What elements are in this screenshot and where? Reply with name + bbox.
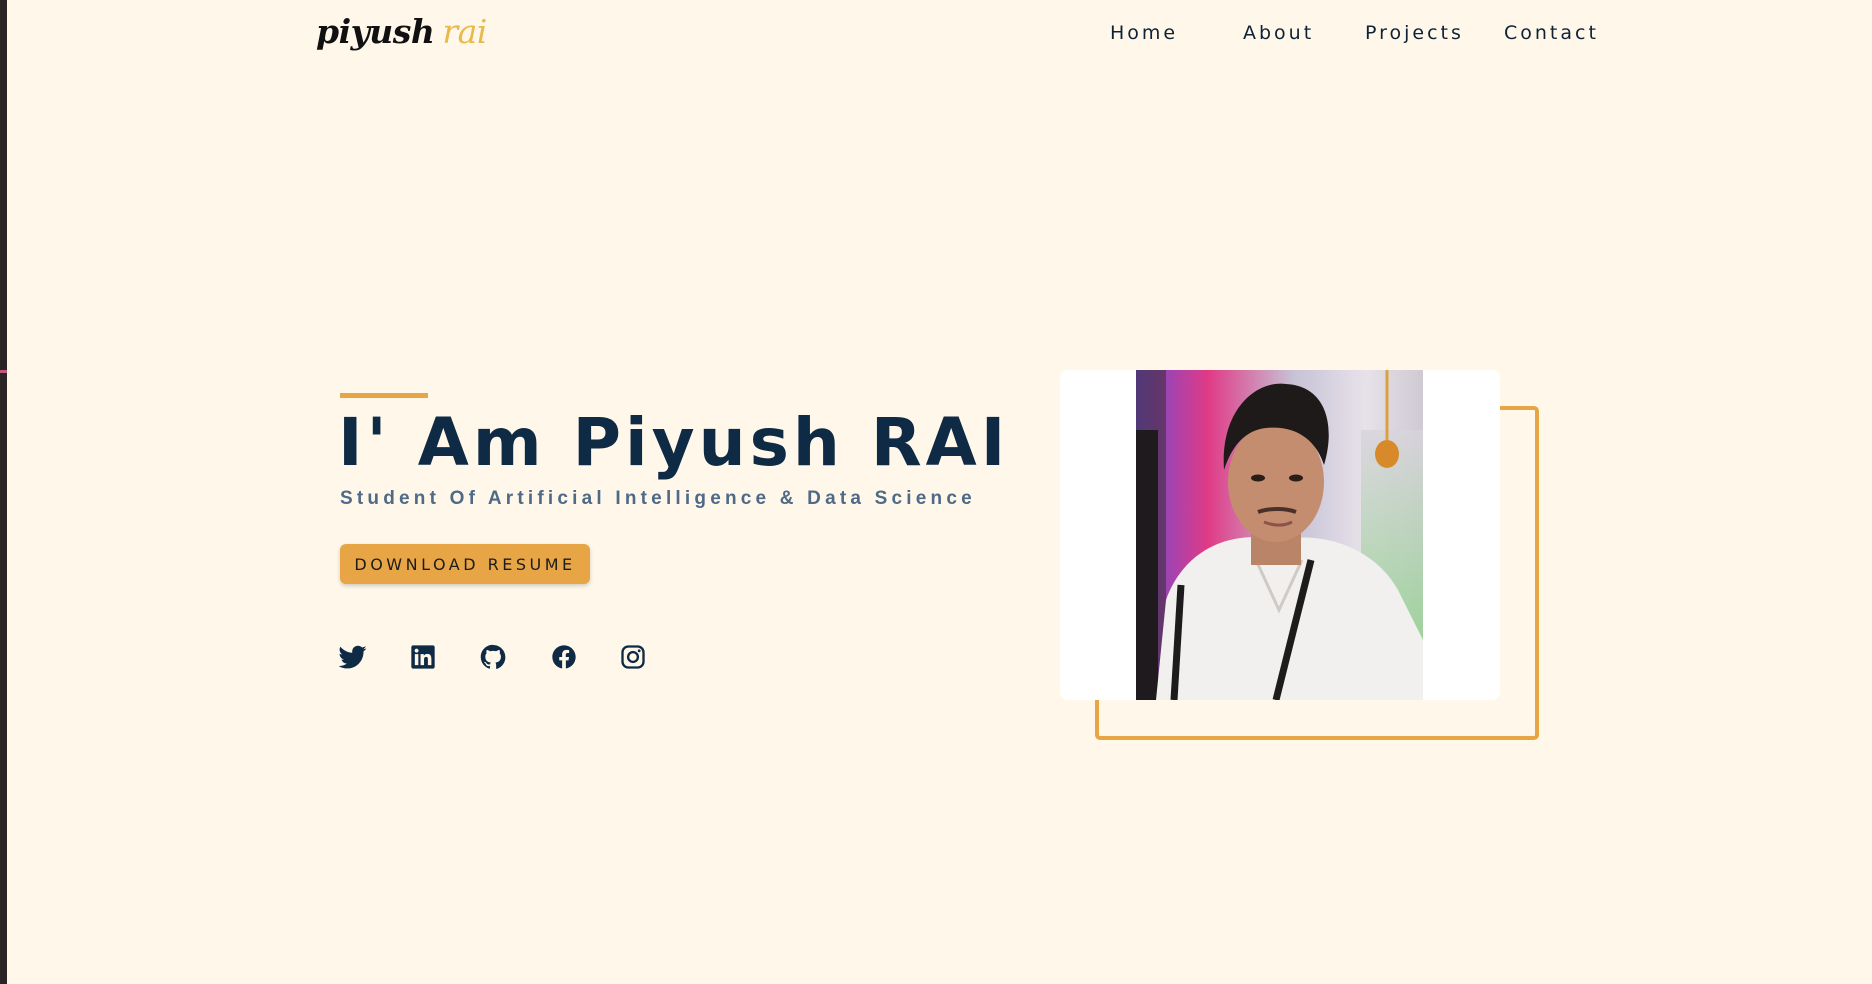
nav-link-contact[interactable]: Contact xyxy=(1504,18,1599,48)
edge-marker xyxy=(0,370,7,373)
profile-photo xyxy=(1136,370,1423,700)
site-logo[interactable]: piyush rai xyxy=(316,8,487,56)
github-icon[interactable] xyxy=(479,643,507,671)
linkedin-icon[interactable] xyxy=(409,643,437,671)
nav-link-about[interactable]: About xyxy=(1243,18,1314,48)
twitter-icon[interactable] xyxy=(339,643,367,671)
nav-link-home[interactable]: Home xyxy=(1110,18,1178,48)
logo-second-word: rai xyxy=(442,12,487,51)
hero-subtitle: Student Of Artificial Intelligence & Dat… xyxy=(340,488,976,509)
nav-link-projects[interactable]: Projects xyxy=(1365,18,1464,48)
instagram-icon[interactable] xyxy=(619,643,647,671)
window-left-edge xyxy=(0,0,7,984)
download-resume-button[interactable]: DOWNLOAD RESUME xyxy=(340,544,590,584)
hero-title: I' Am Piyush RAI xyxy=(338,404,1010,481)
logo-first-word: piyush xyxy=(316,12,435,51)
facebook-icon[interactable] xyxy=(550,643,578,671)
